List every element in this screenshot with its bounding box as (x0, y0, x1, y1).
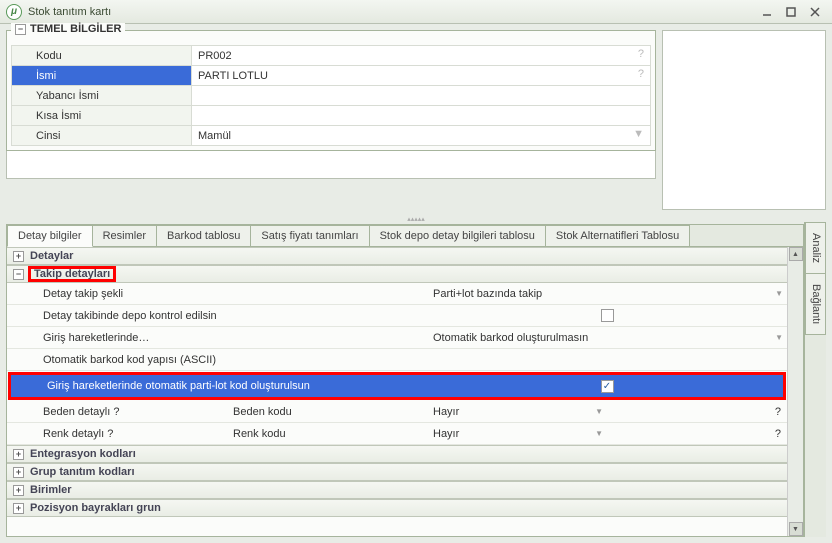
label-renk-kodu: Renk kodu (227, 426, 427, 442)
close-button[interactable] (804, 4, 826, 20)
label-depo-kontrol: Detay takibinde depo kontrol edilsin (7, 308, 427, 324)
minimize-button[interactable] (756, 4, 778, 20)
row-kodu: Kodu PR002? (12, 46, 651, 66)
chevron-down-icon[interactable]: ▼ (595, 429, 603, 438)
checkbox-checked-icon[interactable] (601, 380, 614, 393)
expand-icon[interactable]: + (13, 449, 24, 460)
acc-grup-label: Grup tanıtım kodları (30, 466, 135, 478)
value-beden-detayli[interactable]: Hayır▼ (427, 404, 607, 420)
row-parti-lot-kod[interactable]: Giriş hareketlerinde otomatik parti-lot … (11, 375, 783, 397)
checkbox-icon[interactable] (601, 309, 614, 322)
value-kodu[interactable]: PR002? (192, 46, 651, 66)
chevron-down-icon[interactable]: ▼ (633, 128, 644, 140)
basic-info-table: Kodu PR002? İsmi PARTI LOTLU? Yabancı İs… (11, 45, 651, 146)
tab-detay-bilgiler[interactable]: Detay bilgiler (7, 225, 93, 247)
label-giris-hareket: Giriş hareketlerinde… (7, 330, 227, 346)
row-cinsi: Cinsi Mamül▼ (12, 126, 651, 146)
label-renk-detayli: Renk detaylı ? (7, 426, 227, 442)
vtab-baglanti[interactable]: Bağlantı (805, 273, 826, 335)
basic-info-group: − TEMEL BİLGİLER Kodu PR002? İsmi PARTI … (6, 30, 656, 151)
label-kisa: Kısa İsmi (12, 106, 192, 126)
tab-satis-fiyati[interactable]: Satış fiyatı tanımları (250, 225, 369, 246)
hint-renk[interactable]: ? (607, 426, 787, 442)
window-title: Stok tanıtım kartı (28, 6, 754, 18)
label-kodu: Kodu (12, 46, 192, 66)
blank-area (6, 151, 656, 179)
row-beden-detayli: Beden detaylı ? Beden kodu Hayır▼ ? (7, 401, 787, 423)
value-otomatik-barkod[interactable] (427, 358, 787, 362)
checkbox-parti-lot-kod[interactable] (431, 378, 783, 395)
basic-info-header[interactable]: − TEMEL BİLGİLER (11, 23, 125, 35)
app-icon: μ (6, 4, 22, 20)
expand-icon[interactable]: + (13, 467, 24, 478)
acc-takip-label: Takip detayları (30, 268, 114, 280)
scroll-track[interactable] (789, 261, 803, 522)
highlighted-row-wrap: Giriş hareketlerinde otomatik parti-lot … (8, 372, 786, 400)
acc-entegrasyon-label: Entegrasyon kodları (30, 448, 136, 460)
row-detay-takip-sekli: Detay takip şekli Parti+lot bazında taki… (7, 283, 787, 305)
label-parti-lot-kod: Giriş hareketlerinde otomatik parti-lot … (11, 378, 431, 394)
value-yabanci[interactable] (192, 86, 651, 106)
row-ismi: İsmi PARTI LOTLU? (12, 66, 651, 86)
image-preview-pane (662, 30, 826, 210)
value-detay-takip-sekli[interactable]: Parti+lot bazında takip▼ (427, 286, 787, 302)
label-yabanci: Yabancı İsmi (12, 86, 192, 106)
expand-icon[interactable]: + (13, 503, 24, 514)
accordion-pane: + Detaylar − Takip detayları Detay takip… (6, 247, 804, 537)
chevron-down-icon[interactable]: ▼ (595, 407, 603, 416)
tab-resimler[interactable]: Resimler (92, 225, 157, 246)
label-beden-detayli: Beden detaylı ? (7, 404, 227, 420)
acc-pozisyon[interactable]: + Pozisyon bayrakları grun (7, 499, 787, 517)
label-beden-kodu: Beden kodu (227, 404, 427, 420)
label-ismi: İsmi (12, 66, 192, 86)
row-otomatik-barkod: Otomatik barkod kod yapısı (ASCII) (7, 349, 787, 371)
value-renk-detayli[interactable]: Hayır▼ (427, 426, 607, 442)
hint-icon[interactable]: ? (638, 68, 644, 80)
expand-icon[interactable]: + (13, 485, 24, 496)
row-kisa: Kısa İsmi (12, 106, 651, 126)
chevron-down-icon[interactable]: ▼ (775, 333, 783, 342)
tab-stok-alternatif[interactable]: Stok Alternatifleri Tablosu (545, 225, 690, 246)
title-bar: μ Stok tanıtım kartı (0, 0, 832, 24)
vertical-tab-strip: Analiz Bağlantı (804, 222, 826, 537)
value-giris-hareket[interactable]: Otomatik barkod oluşturulmasın▼ (427, 330, 787, 346)
vtab-analiz[interactable]: Analiz (805, 222, 826, 274)
expand-icon[interactable]: + (13, 251, 24, 262)
acc-entegrasyon[interactable]: + Entegrasyon kodları (7, 445, 787, 463)
acc-pozisyon-label: Pozisyon bayrakları grun (30, 502, 161, 514)
acc-detaylar-label: Detaylar (30, 250, 73, 262)
hint-icon[interactable]: ? (638, 48, 644, 60)
hint-beden[interactable]: ? (607, 404, 787, 420)
tab-strip: Detay bilgiler Resimler Barkod tablosu S… (6, 224, 804, 247)
tab-stok-depo[interactable]: Stok depo detay bilgileri tablosu (369, 225, 546, 246)
row-yabanci: Yabancı İsmi (12, 86, 651, 106)
acc-detaylar[interactable]: + Detaylar (7, 247, 787, 265)
checkbox-depo-kontrol[interactable] (427, 307, 787, 324)
label-cinsi: Cinsi (12, 126, 192, 146)
acc-birimler[interactable]: + Birimler (7, 481, 787, 499)
label-otomatik-barkod: Otomatik barkod kod yapısı (ASCII) (7, 352, 427, 368)
value-kisa[interactable] (192, 106, 651, 126)
basic-info-title: TEMEL BİLGİLER (30, 23, 121, 35)
scroll-up-icon[interactable]: ▲ (789, 247, 803, 261)
tab-barkod-tablosu[interactable]: Barkod tablosu (156, 225, 251, 246)
value-ismi[interactable]: PARTI LOTLU? (192, 66, 651, 86)
vertical-scrollbar[interactable]: ▲ ▼ (787, 247, 803, 536)
acc-takip[interactable]: − Takip detayları (7, 265, 787, 283)
value-cinsi[interactable]: Mamül▼ (192, 126, 651, 146)
chevron-down-icon[interactable]: ▼ (775, 289, 783, 298)
acc-birimler-label: Birimler (30, 484, 72, 496)
acc-grup[interactable]: + Grup tanıtım kodları (7, 463, 787, 481)
row-giris-hareket: Giriş hareketlerinde… Otomatik barkod ol… (7, 327, 787, 349)
collapse-icon[interactable]: − (15, 24, 26, 35)
maximize-button[interactable] (780, 4, 802, 20)
row-renk-detayli: Renk detaylı ? Renk kodu Hayır▼ ? (7, 423, 787, 445)
collapse-icon[interactable]: − (13, 269, 24, 280)
row-depo-kontrol: Detay takibinde depo kontrol edilsin (7, 305, 787, 327)
label-detay-takip-sekli: Detay takip şekli (7, 286, 227, 302)
scroll-down-icon[interactable]: ▼ (789, 522, 803, 536)
